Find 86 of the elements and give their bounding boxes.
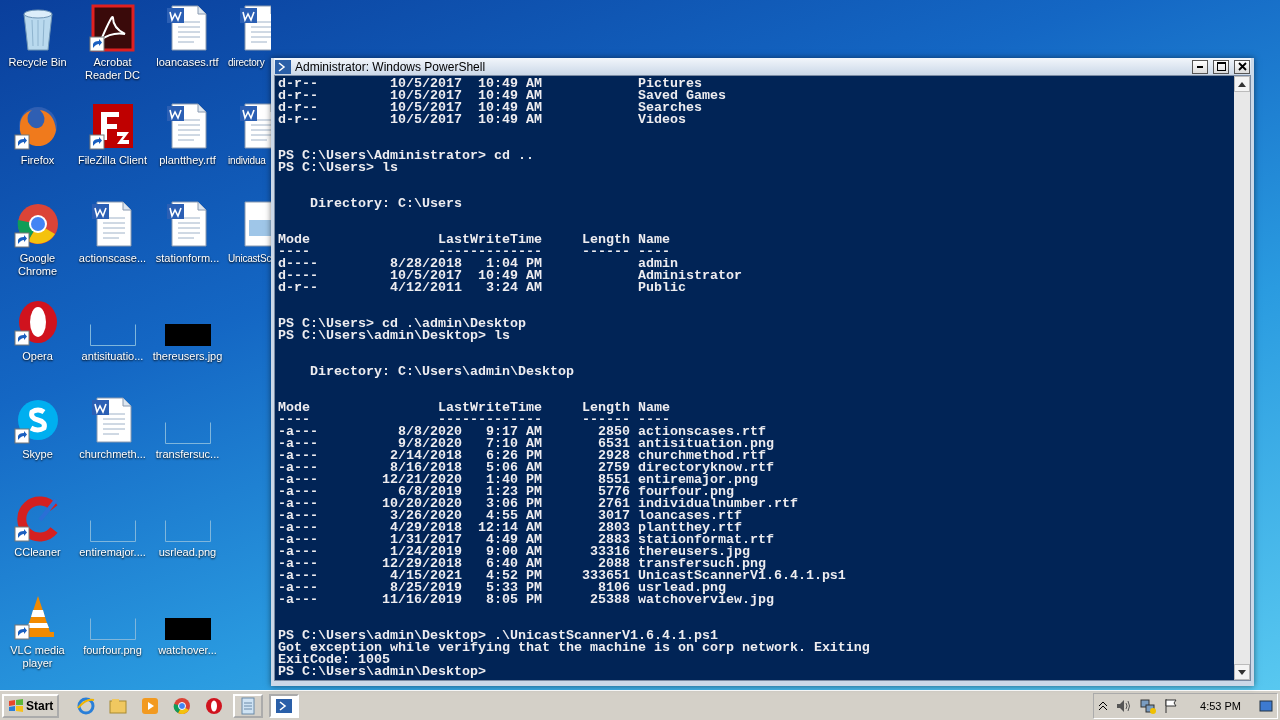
console-line: d---- 8/28/2018 1:04 PM admin [278, 258, 678, 270]
minimize-icon [1197, 65, 1203, 68]
desktop-icon-label[interactable]: churchmeth... [79, 448, 146, 461]
terminal-icon [275, 58, 291, 75]
console-line: Mode LastWriteTime Length Name [278, 234, 671, 246]
taskbar-button[interactable] [269, 693, 300, 718]
console-line: Got exception while verifying that the machine is on corp network. Exiting [278, 642, 871, 654]
console-line: PS C:\Users\admin\Desktop> .\UnicastScannerV1.6.4.1.ps1 [278, 630, 719, 642]
console-line: -a--- 8/8/2020 9:17 AM 2850 actionscases.rtf [278, 426, 766, 438]
console-line: -a--- 4/29/2018 12:14 AM 2803 plantthey.rtf [278, 522, 742, 534]
console-line: PS C:\Users> cd .\admin\Desktop [278, 318, 527, 330]
console-line: ---- ------------- ------ ---- [278, 246, 670, 258]
console-line: Mode LastWriteTime Length Name [278, 402, 671, 414]
console-line: -a--- 11/16/2019 8:05 PM 25388 watchoverview.jpg [278, 594, 775, 606]
desktop-icon-label[interactable]: CCleaner [14, 546, 61, 559]
chevron-up-icon[interactable] [1098, 700, 1109, 711]
scroll-up-button[interactable] [1234, 76, 1250, 92]
chrome-icon [172, 695, 193, 716]
console-line: PS C:\Users\Administrator> cd .. [278, 150, 535, 162]
console-line: -a--- 12/29/2018 6:40 AM 2088 transfersuch.png [278, 558, 766, 570]
minimize-button[interactable] [1192, 59, 1208, 74]
play-icon [140, 695, 161, 716]
desktop-icon-label[interactable]: VLC media player [0, 644, 75, 670]
desktop-icon-label[interactable]: Skype [22, 448, 53, 461]
console-line: -a--- 3/26/2020 4:55 AM 3017 loancases.rtf [278, 510, 743, 522]
desktop-icon-label[interactable]: Firefox [20, 154, 55, 167]
desktop-icon-label[interactable]: individua [228, 154, 266, 167]
desktop-icon-label[interactable]: Recycle Bin [8, 56, 67, 69]
desktop-icon-label[interactable]: watchover... [158, 644, 217, 657]
console-line: PS C:\Users> ls [278, 162, 399, 174]
desktop-icon-label[interactable]: FileZilla Client [77, 154, 148, 167]
arrow-down-icon [1238, 669, 1246, 675]
windows-logo-icon [8, 698, 24, 713]
desktop-icon-label[interactable]: actionscase... [78, 252, 147, 265]
scroll-down-button[interactable] [1234, 664, 1250, 680]
console-line: -a--- 4/15/2021 4:52 PM 333651 UnicastScannerV1.6.4.1.ps1 [278, 570, 847, 582]
console-line: -a--- 9/8/2020 7:10 AM 6531 antisituation.png [278, 438, 775, 450]
close-button[interactable] [1234, 59, 1250, 74]
arrow-up-icon [1238, 81, 1246, 87]
maximize-icon [1216, 62, 1226, 71]
desktop-icon-label[interactable]: transfersuc... [155, 448, 220, 461]
maximize-button[interactable] [1213, 59, 1229, 74]
console-line: PS C:\Users\admin\Desktop> ls [278, 330, 510, 342]
console-line: PS C:\Users\admin\Desktop> [278, 666, 487, 678]
start-button[interactable]: Start [2, 693, 60, 718]
console-line: d-r-- 10/5/2017 10:49 AM Saved Games [278, 90, 727, 102]
desktop-icon-label[interactable]: directory [228, 56, 265, 69]
console-line: d-r-- 10/5/2017 10:49 AM Pictures [278, 78, 702, 90]
opera-icon [204, 695, 225, 716]
console-line: Directory: C:\Users\admin\Desktop [309, 366, 575, 378]
console-line: -a--- 2/14/2018 6:26 PM 2928 churchmethod.rtf [278, 450, 766, 462]
desktop-icon-label[interactable]: Opera [22, 350, 53, 363]
console-line: -a--- 6/8/2019 1:23 PM 5776 fourfour.png [278, 486, 734, 498]
console-line: Directory: C:\Users [309, 198, 463, 210]
desktop-icon-label[interactable]: Google Chrome [0, 252, 75, 278]
desktop-icon-label[interactable]: plantthey.rtf [159, 154, 216, 167]
console-line: d-r-- 10/5/2017 10:49 AM Searches [278, 102, 703, 114]
flag-icon[interactable] [1164, 697, 1179, 714]
scrollbar[interactable] [1234, 76, 1250, 680]
close-icon [1237, 62, 1247, 71]
console-line: ExitCode: 1005 [278, 654, 390, 666]
desktop-icon-label[interactable]: entiremajor.... [79, 546, 146, 559]
desktop-icon-label[interactable]: antisituatio... [81, 350, 144, 363]
desktop-icon-label[interactable]: stationform... [155, 252, 220, 265]
desktop-icon-label[interactable]: UnicastSc [228, 252, 272, 265]
window-title: Administrator: Windows PowerShell [295, 59, 487, 74]
speaker-icon[interactable] [1116, 698, 1133, 713]
browser-icon [76, 695, 97, 716]
desktop-icon-label[interactable]: usrlead.png [158, 546, 217, 559]
show-desktop-icon[interactable] [1259, 698, 1273, 713]
network-icon[interactable] [1140, 697, 1157, 714]
console-line: -a--- 8/16/2018 5:06 AM 2759 directoryknow.rtf [278, 462, 775, 474]
console-line: -a--- 1/24/2019 9:00 AM 33316 thereusers.jpg [278, 546, 750, 558]
desktop-icon-label[interactable]: thereusers.jpg [152, 350, 223, 363]
console-line: -a--- 8/25/2019 5:33 PM 8106 usrlead.png [278, 582, 726, 594]
desktop-icon-label[interactable]: Acrobat Reader DC [75, 56, 150, 82]
console-line: d-r-- 10/5/2017 10:49 AM Videos [278, 114, 687, 126]
console-line: -a--- 1/31/2017 4:49 AM 2883 stationformat.rtf [278, 534, 775, 546]
console-line: -a--- 10/20/2020 3:06 PM 2761 individualnumber.rtf [278, 498, 799, 510]
console-line: d-r-- 4/12/2011 3:24 AM Public [278, 282, 687, 294]
clock[interactable]: 4:53 PM [1200, 699, 1241, 712]
desktop-icon-label[interactable]: fourfour.png [83, 644, 142, 657]
console-line: -a--- 12/21/2020 1:40 PM 8551 entiremajor.png [278, 474, 758, 486]
desktop-icon-label[interactable]: loancases.rtf [156, 56, 219, 69]
console-line: d---- 10/5/2017 10:49 AM Administrator [278, 270, 743, 282]
console-line: ---- ------------- ------ ---- [278, 414, 670, 426]
